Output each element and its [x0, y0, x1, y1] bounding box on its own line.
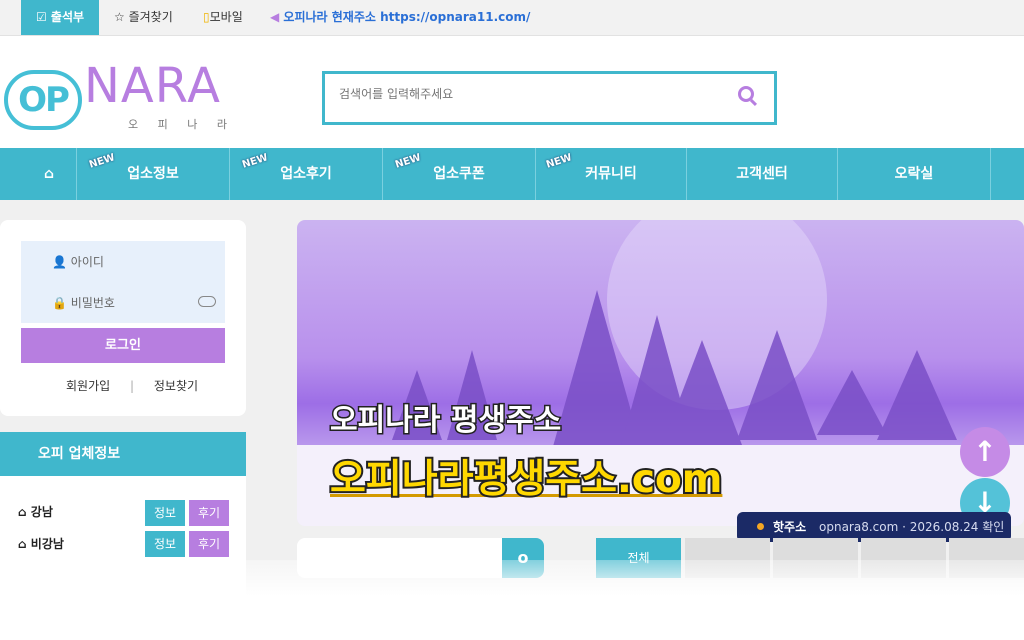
nav-item-info[interactable]: NEW 업소정보 [77, 148, 230, 200]
gangnam-review-button[interactable]: 후기 [189, 500, 229, 526]
star-icon: ☆ [114, 10, 125, 24]
banner-headline: 오피나라 평생주소 [328, 402, 562, 440]
nav-item-community[interactable]: NEW 커뮤니티 [536, 148, 687, 200]
new-badge: NEW [393, 152, 423, 171]
logo-nara[interactable]: NARA [84, 58, 221, 114]
login-links: 회원가입 | 정보찾기 [66, 379, 199, 393]
login-button[interactable]: 로그인 [21, 328, 225, 363]
megaphone-icon: ◀ [270, 10, 280, 24]
mobile-link[interactable]: ▯모바일 [203, 0, 243, 35]
nav-item-coupon[interactable]: NEW 업소쿠폰 [383, 148, 536, 200]
main-nav: ⌂ NEW 업소정보 NEW 업소후기 NEW 업소쿠폰 NEW 커뮤니티 고객센터 오… [0, 148, 1024, 200]
gangnam-info-button[interactable]: 정보 [145, 500, 185, 526]
nav-home[interactable]: ⌂ [22, 148, 77, 200]
logo-op[interactable]: OP [4, 70, 82, 130]
password-field[interactable]: 🔒 비밀번호 [52, 294, 115, 311]
new-badge: NEW [544, 152, 574, 171]
new-badge: NEW [240, 152, 270, 171]
search-icon[interactable] [738, 86, 754, 102]
search-box [322, 71, 777, 125]
lock-icon: 🔒 [52, 296, 67, 310]
nav-item-support[interactable]: 고객센터 [687, 148, 838, 200]
nav-item-arcade[interactable]: 오락실 [838, 148, 991, 200]
nav-item-review[interactable]: NEW 업소후기 [230, 148, 383, 200]
mobile-icon: ▯ [203, 10, 210, 24]
region-non-gangnam: ⌂ 비강남 [18, 537, 64, 551]
find-account-link[interactable]: 정보찾기 [154, 379, 198, 393]
search-input[interactable] [337, 86, 721, 102]
scroll-to-top-button[interactable]: ↑ [960, 427, 1010, 477]
arrow-up-icon: ↑ [973, 435, 997, 468]
bottom-fade-overlay [0, 560, 1024, 640]
banner-address[interactable]: 오피나라평생주소.com [328, 448, 724, 504]
top-bar: ☑ 출석부 ☆ 즐겨찾기 ▯모바일 ◀ 오피나라 현재주소 https://op… [0, 0, 1024, 36]
current-address-link[interactable]: ◀ 오피나라 현재주소 https://opnara11.com/ [270, 0, 530, 35]
home-icon: ⌂ [43, 166, 55, 182]
info-panel-title: 오피 업체정보 [0, 432, 246, 476]
non-gangnam-info-button[interactable]: 정보 [145, 531, 185, 557]
logo-subtitle: 오 피 나 라 [128, 118, 235, 131]
attendance-icon: ☑ [35, 10, 47, 24]
favorites-link[interactable]: ☆ 즐겨찾기 [114, 0, 173, 35]
id-field[interactable]: 👤 아이디 [52, 253, 104, 270]
attendance-link[interactable]: ☑ 출석부 [21, 0, 99, 35]
signup-link[interactable]: 회원가입 [66, 379, 110, 393]
new-badge: NEW [87, 152, 117, 171]
user-icon: 👤 [52, 255, 67, 269]
non-gangnam-review-button[interactable]: 후기 [189, 531, 229, 557]
password-visibility-toggle[interactable] [198, 296, 216, 307]
status-dot [757, 523, 764, 530]
region-gangnam: ⌂ 강남 [18, 505, 53, 519]
